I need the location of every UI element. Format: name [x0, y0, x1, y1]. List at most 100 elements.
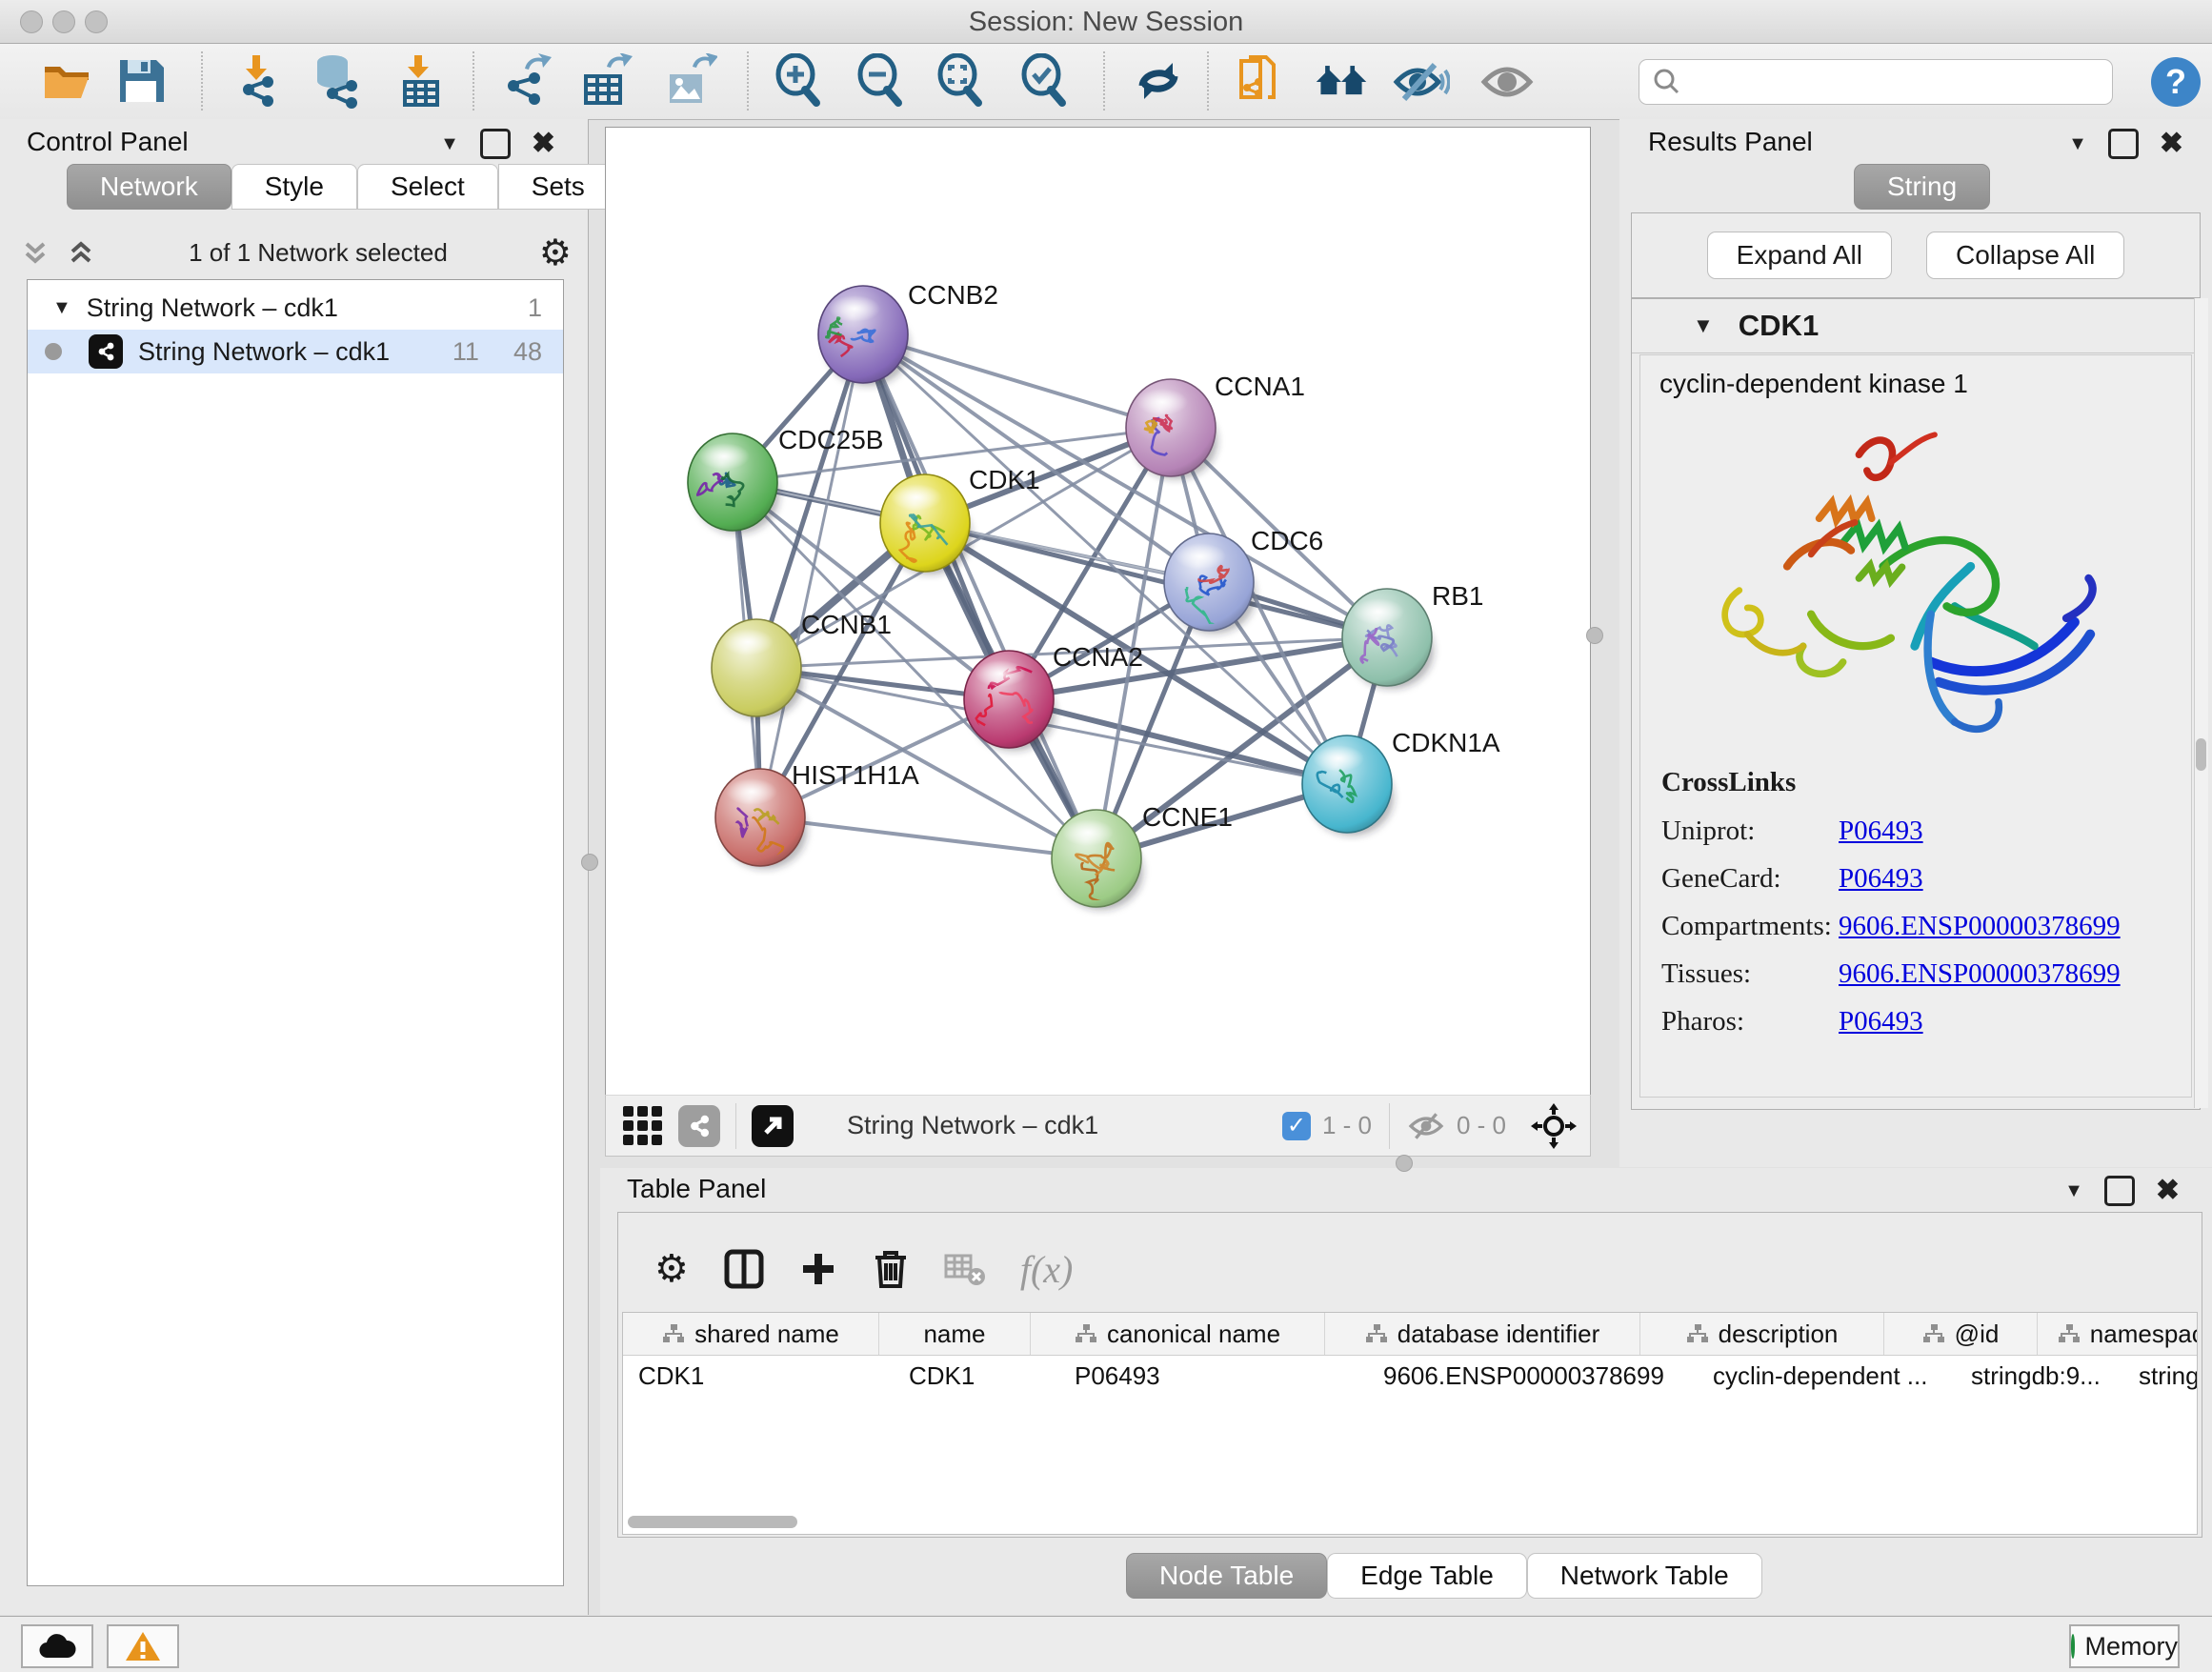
splitter-handle[interactable] — [1586, 627, 1603, 644]
float-panel-icon[interactable] — [480, 129, 511, 159]
close-panel-icon[interactable]: ✖ — [2160, 131, 2183, 156]
tab-network-table[interactable]: Network Table — [1527, 1553, 1762, 1599]
crosslink-value-link[interactable]: P06493 — [1839, 863, 1923, 895]
delete-table-icon[interactable] — [944, 1250, 986, 1288]
open-in-window-icon[interactable] — [752, 1105, 794, 1147]
tab-sets[interactable]: Sets — [498, 164, 618, 210]
panel-menu-icon[interactable]: ▼ — [2064, 1180, 2083, 1202]
expand-all-icon[interactable] — [65, 236, 97, 269]
tab-edge-table[interactable]: Edge Table — [1327, 1553, 1527, 1599]
tab-style[interactable]: Style — [231, 164, 357, 210]
export-table-icon[interactable] — [577, 52, 634, 110]
export-network-icon[interactable] — [497, 52, 554, 110]
close-panel-icon[interactable]: ✖ — [532, 131, 555, 156]
open-session-icon[interactable] — [38, 52, 95, 110]
network-node-CDKN1A[interactable] — [1302, 735, 1394, 836]
zoom-out-icon[interactable] — [852, 52, 909, 110]
table-options-gear-icon[interactable]: ⚙ — [654, 1247, 689, 1291]
create-column-icon[interactable] — [799, 1250, 837, 1288]
gene-section-header[interactable]: ▼ CDK1 — [1632, 299, 2200, 353]
show-columns-icon[interactable] — [723, 1248, 765, 1290]
network-node-CDK1[interactable] — [880, 474, 972, 574]
network-row-selected[interactable]: String Network – cdk1 11 48 — [28, 330, 563, 373]
export-image-icon[interactable] — [661, 52, 718, 110]
network-collection-row[interactable]: ▼ String Network – cdk1 1 — [28, 286, 563, 330]
crosslink-value-link[interactable]: P06493 — [1839, 1006, 1923, 1037]
table-row[interactable]: CDK1CDK1P064939606.ENSP00000378699cyclin… — [623, 1356, 2197, 1396]
expand-all-button[interactable]: Expand All — [1707, 232, 1892, 279]
network-node-RB1[interactable] — [1342, 589, 1434, 689]
column-header-name[interactable]: name — [879, 1313, 1031, 1355]
column-header-canonical-name[interactable]: canonical name — [1031, 1313, 1325, 1355]
panel-menu-icon[interactable]: ▼ — [440, 133, 459, 155]
cloud-status-button[interactable] — [21, 1624, 93, 1668]
import-network-icon[interactable] — [227, 52, 284, 110]
table-cell[interactable]: stringdb:9... — [1956, 1356, 2123, 1396]
birds-eye-view-icon[interactable] — [621, 1104, 665, 1148]
delete-column-icon[interactable] — [872, 1248, 910, 1290]
collapse-all-button[interactable]: Collapse All — [1926, 232, 2124, 279]
close-panel-icon[interactable]: ✖ — [2156, 1178, 2180, 1203]
hidden-indicator-icon[interactable] — [1407, 1110, 1445, 1142]
network-node-CCNB1[interactable] — [712, 619, 803, 719]
splitter-handle[interactable] — [1396, 1155, 1413, 1172]
column-header--id[interactable]: @id — [1884, 1313, 2038, 1355]
splitter-handle[interactable] — [581, 854, 598, 871]
network-edge-CCNB2-HIST1H1A[interactable] — [760, 334, 863, 817]
selected-indicator-icon[interactable]: ✓ — [1282, 1112, 1311, 1140]
column-header-database-identifier[interactable]: database identifier — [1325, 1313, 1640, 1355]
duplicate-network-icon[interactable] — [1231, 52, 1288, 110]
search-field[interactable] — [1639, 59, 2113, 105]
zoom-selected-icon[interactable] — [1016, 52, 1073, 110]
table-cell[interactable]: stringdb — [2123, 1356, 2198, 1396]
network-node-CCNE1[interactable] — [1052, 810, 1143, 913]
first-neighbors-icon[interactable] — [1313, 52, 1370, 110]
scrollbar-thumb[interactable] — [2196, 738, 2206, 771]
table-cell[interactable]: 9606.ENSP00000378699 — [1368, 1356, 1698, 1396]
table-cell[interactable]: cyclin-dependent ... — [1698, 1356, 1956, 1396]
search-input[interactable] — [1691, 62, 2112, 102]
table-cell[interactable]: CDK1 — [623, 1356, 894, 1396]
zoom-in-icon[interactable] — [770, 52, 827, 110]
network-options-gear-icon[interactable]: ⚙ — [539, 232, 572, 274]
float-panel-icon[interactable] — [2108, 129, 2139, 159]
table-cell[interactable]: CDK1 — [894, 1356, 1059, 1396]
refresh-icon[interactable] — [1130, 52, 1187, 110]
show-all-icon[interactable] — [1478, 52, 1536, 110]
network-node-CCNA1[interactable] — [1126, 379, 1217, 479]
save-session-icon[interactable] — [112, 52, 170, 110]
tab-string[interactable]: String — [1854, 164, 1990, 210]
tab-network[interactable]: Network — [67, 164, 231, 210]
panel-menu-icon[interactable]: ▼ — [2068, 133, 2087, 155]
network-node-CDC6[interactable] — [1164, 534, 1256, 634]
tab-select[interactable]: Select — [357, 164, 498, 210]
column-header-shared-name[interactable]: shared name — [623, 1313, 879, 1355]
column-header-description[interactable]: description — [1640, 1313, 1884, 1355]
function-builder-icon[interactable]: f(x) — [1020, 1247, 1074, 1292]
memory-button[interactable]: Memory — [2069, 1624, 2180, 1668]
help-button[interactable]: ? — [2151, 57, 2201, 107]
network-edge-CCNE1-HIST1H1A[interactable] — [760, 817, 1096, 858]
float-panel-icon[interactable] — [2104, 1176, 2135, 1206]
network-type-icon[interactable] — [678, 1105, 720, 1147]
table-container: ⚙ f(x) shared namenamecanonical namedata… — [617, 1212, 2202, 1538]
crosslink-value-link[interactable]: 9606.ENSP00000378699 — [1839, 958, 2121, 990]
crosslink-value-link[interactable]: 9606.ENSP00000378699 — [1839, 911, 2121, 942]
crosslink-value-link[interactable]: P06493 — [1839, 816, 1923, 847]
warnings-button[interactable] — [107, 1624, 179, 1668]
table-horizontal-scrollbar[interactable] — [628, 1516, 797, 1528]
network-node-CDC25B[interactable] — [688, 433, 779, 534]
table-cell[interactable]: P06493 — [1059, 1356, 1368, 1396]
column-header-namespace[interactable]: namespace — [2038, 1313, 2198, 1355]
fit-content-crosshair-icon[interactable] — [1531, 1103, 1577, 1149]
tab-node-table[interactable]: Node Table — [1126, 1553, 1327, 1599]
hide-selected-icon[interactable] — [1393, 52, 1450, 110]
zoom-fit-icon[interactable] — [932, 52, 989, 110]
import-table-icon[interactable] — [392, 52, 450, 110]
collection-expand-icon[interactable]: ▼ — [52, 297, 71, 319]
results-vertical-scrollbar[interactable] — [2194, 298, 2208, 1108]
network-canvas[interactable]: CCNB2CCNA1CDC25BCDK1CDC6RB1CCNB1CCNA2CDK… — [605, 127, 1591, 1096]
section-collapse-icon[interactable]: ▼ — [1693, 313, 1714, 338]
collapse-all-icon[interactable] — [19, 236, 51, 269]
import-network-from-database-icon[interactable] — [307, 52, 364, 110]
